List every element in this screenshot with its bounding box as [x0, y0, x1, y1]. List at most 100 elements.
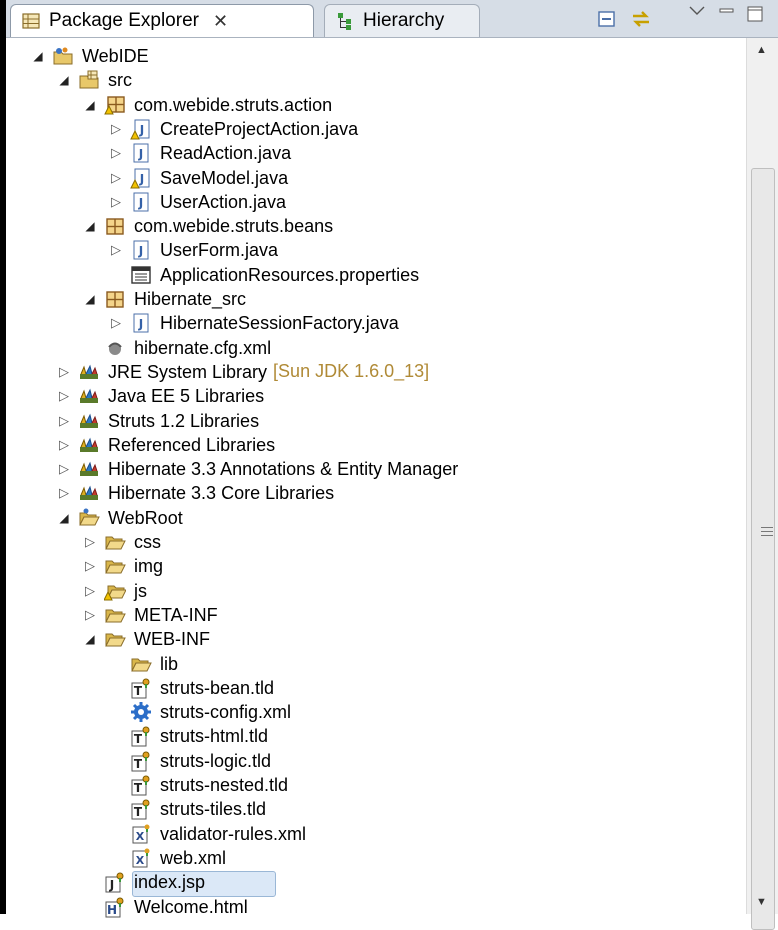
view-menu-icon[interactable] — [686, 4, 708, 26]
svg-text:J: J — [138, 317, 143, 331]
tree-item[interactable]: ◢ src — [56, 68, 132, 92]
tree-item[interactable]: lib — [108, 652, 178, 676]
collapsed-twisty-icon[interactable]: ▷ — [82, 534, 98, 550]
tab-package-explorer[interactable]: Package Explorer ✕ — [10, 4, 314, 37]
link-with-editor-icon[interactable] — [630, 8, 652, 30]
tree-item[interactable]: ▷ Struts 1.2 Libraries — [56, 409, 259, 433]
tree-item[interactable]: ▷ J SaveModel.java — [108, 166, 288, 190]
properties-file-icon — [130, 264, 152, 286]
scrollbar-thumb[interactable] — [751, 168, 775, 930]
tree-item-label: hibernate.cfg.xml — [134, 337, 272, 358]
tree-item[interactable]: Tstruts-nested.tld — [108, 773, 288, 797]
tree-item[interactable]: ApplicationResources.properties — [108, 263, 419, 287]
collapsed-twisty-icon[interactable]: ▷ — [56, 437, 72, 453]
collapsed-twisty-icon[interactable]: ▷ — [108, 242, 124, 258]
expanded-twisty-icon[interactable]: ◢ — [30, 48, 46, 64]
expanded-twisty-icon[interactable]: ◢ — [56, 72, 72, 88]
expanded-twisty-icon[interactable]: ◢ — [56, 510, 72, 526]
expanded-twisty-icon[interactable]: ◢ — [82, 291, 98, 307]
struts-config-gear-icon — [130, 701, 152, 723]
tree-item-label: UserAction.java — [160, 191, 287, 212]
collapsed-twisty-icon[interactable]: ▷ — [56, 364, 72, 380]
tree-item-label: META-INF — [134, 604, 218, 625]
tree-item[interactable]: Tstruts-logic.tld — [108, 749, 271, 773]
svg-text:T: T — [134, 757, 143, 771]
tree-item[interactable]: ▷ img — [82, 554, 163, 578]
collapsed-twisty-icon[interactable]: ▷ — [56, 485, 72, 501]
tree-item[interactable]: Tstruts-html.tld — [108, 724, 268, 748]
scroll-up-icon[interactable]: ▲ — [756, 44, 767, 56]
tree-item[interactable]: H Welcome.html — [82, 895, 248, 919]
tree-item[interactable]: ▷ J HibernateSessionFactory.java — [108, 311, 399, 335]
tree-item-label: Hibernate 3.3 Core Libraries — [108, 483, 335, 504]
hierarchy-icon — [335, 11, 355, 31]
expanded-twisty-icon[interactable]: ◢ — [82, 218, 98, 234]
tree-item[interactable]: ▷ js — [82, 579, 147, 603]
svg-text:X: X — [136, 854, 145, 867]
collapse-all-icon[interactable] — [596, 8, 618, 30]
tree-item-label: struts-nested.tld — [160, 775, 289, 795]
tree-item[interactable]: Tstruts-tiles.tld — [108, 797, 266, 821]
hibernate-config-icon — [104, 337, 126, 359]
project-tree: ◢ WebIDE ◢ src ◢ com.webide.struts.action ▷ J Cr… — [6, 38, 746, 917]
tree-item[interactable]: Jindex.jsp — [82, 870, 205, 894]
java-file-warning-icon: J — [130, 167, 152, 189]
java-file-icon: J — [130, 239, 152, 261]
minimize-icon[interactable] — [716, 4, 738, 26]
tree-item[interactable]: struts-config.xml — [108, 700, 291, 724]
svg-text:T: T — [134, 805, 143, 819]
tree-item[interactable]: ◢ com.webide.struts.action — [82, 93, 332, 117]
tree-item[interactable]: ▷ J UserForm.java — [108, 238, 278, 262]
svg-text:T: T — [134, 684, 143, 698]
collapsed-twisty-icon[interactable]: ▷ — [82, 607, 98, 623]
collapsed-twisty-icon[interactable]: ▷ — [56, 461, 72, 477]
tree-item[interactable]: Xweb.xml — [108, 846, 226, 870]
folder-warning-icon — [103, 580, 127, 602]
close-icon[interactable]: ✕ — [213, 11, 228, 32]
tree-item[interactable]: ▷ J ReadAction.java — [108, 141, 291, 165]
tree-item[interactable]: ◢ WebRoot — [56, 506, 182, 530]
tree-item-label: WebIDE — [82, 46, 149, 66]
collapsed-twisty-icon[interactable]: ▷ — [108, 121, 124, 137]
library-icon — [78, 458, 100, 480]
collapsed-twisty-icon[interactable]: ▷ — [108, 194, 124, 210]
tree-item[interactable]: hibernate.cfg.xml — [82, 336, 271, 360]
collapsed-twisty-icon[interactable]: ▷ — [108, 315, 124, 331]
tree-item[interactable]: ▷ J UserAction.java — [108, 190, 286, 214]
tree-item[interactable]: ▷ Referenced Libraries — [56, 433, 275, 457]
tab-hierarchy[interactable]: Hierarchy — [324, 4, 480, 37]
tree-item[interactable]: ▷ Hibernate 3.3 Core Libraries — [56, 481, 334, 505]
library-icon — [78, 385, 100, 407]
tree-item-label: validator-rules.xml — [160, 823, 307, 844]
scroll-down-icon[interactable]: ▼ — [756, 896, 767, 908]
maximize-icon[interactable] — [744, 4, 766, 26]
tree-item[interactable]: Tstruts-bean.tld — [108, 676, 274, 700]
collapsed-twisty-icon[interactable]: ▷ — [56, 388, 72, 404]
collapsed-twisty-icon[interactable]: ▷ — [108, 145, 124, 161]
expanded-twisty-icon[interactable]: ◢ — [82, 631, 98, 647]
collapsed-twisty-icon[interactable]: ▷ — [82, 583, 98, 599]
tree-item[interactable]: ▷ css — [82, 530, 161, 554]
vertical-scrollbar[interactable]: ▲ ▼ — [746, 38, 778, 930]
collapsed-twisty-icon[interactable]: ▷ — [56, 413, 72, 429]
tree-item[interactable]: ▷ JRE System Library [Sun JDK 1.6.0_13] — [56, 360, 429, 384]
expanded-twisty-icon[interactable]: ◢ — [82, 97, 98, 113]
tree-item[interactable]: ◢ com.webide.struts.beans — [82, 214, 333, 238]
collapsed-twisty-icon[interactable]: ▷ — [82, 558, 98, 574]
scrollbar-grip — [761, 527, 773, 528]
tab-label: Package Explorer — [49, 10, 199, 31]
tree-item[interactable]: ◢ WebIDE — [30, 44, 149, 68]
tree-item[interactable]: ◢ WEB-INF — [82, 627, 210, 651]
tree-item[interactable]: ▷ Java EE 5 Libraries — [56, 384, 264, 408]
tree-item[interactable]: Xvalidator-rules.xml — [108, 822, 306, 846]
collapsed-twisty-icon[interactable]: ▷ — [108, 170, 124, 186]
tab-label: Hierarchy — [363, 10, 445, 31]
tree-item[interactable]: ◢ Hibernate_src — [82, 287, 246, 311]
tree-item[interactable]: ▷ Hibernate 3.3 Annotations & Entity Mana… — [56, 457, 458, 481]
tree-item-label: struts-config.xml — [160, 702, 292, 723]
tree-item[interactable]: ▷ J CreateProjectAction.java — [108, 117, 358, 141]
tree-item[interactable]: ▷ META-INF — [82, 603, 218, 627]
